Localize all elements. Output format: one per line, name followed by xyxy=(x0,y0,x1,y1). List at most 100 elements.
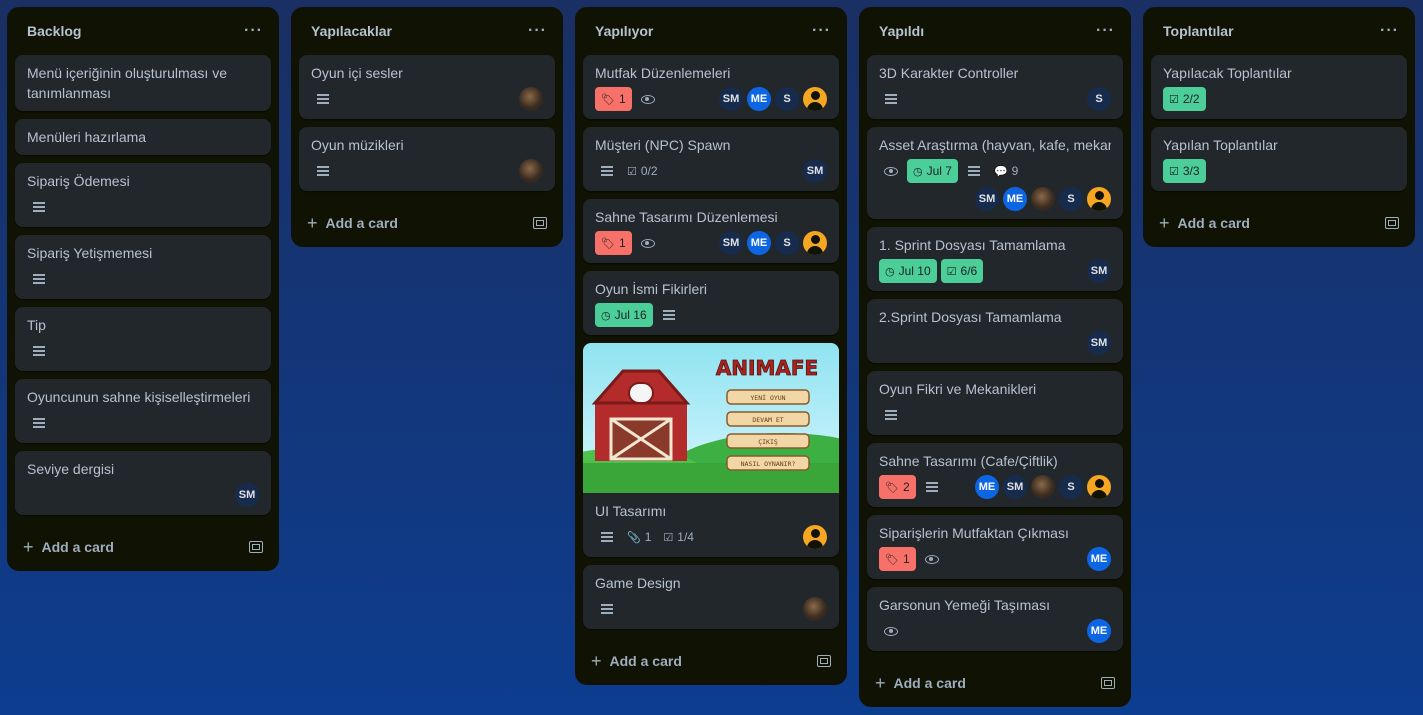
card[interactable]: Asset Araştırma (hayvan, kafe, mekan ◷ Ju… xyxy=(867,127,1123,219)
description-icon xyxy=(27,195,51,219)
list-menu-icon[interactable]: ··· xyxy=(812,23,831,39)
checkbox-icon: ☑ xyxy=(663,531,674,544)
list-menu-icon[interactable]: ··· xyxy=(244,23,263,39)
due-date-badge[interactable]: ◷ Jul 10 xyxy=(879,259,937,283)
label-count: 2 xyxy=(902,480,910,494)
card[interactable]: Sipariş Ödemesi xyxy=(15,163,271,227)
member-avatar-default[interactable] xyxy=(803,87,827,111)
card[interactable]: Oyun İsmi Fikirleri ◷ Jul 16 xyxy=(583,271,839,335)
member-avatar[interactable]: ME xyxy=(1087,619,1111,643)
member-avatar-photo[interactable] xyxy=(803,597,827,621)
description-icon xyxy=(595,525,619,549)
card-template-icon[interactable] xyxy=(249,541,263,553)
card[interactable]: Oyun Fikri ve Mekanikleri xyxy=(867,371,1123,435)
card[interactable]: Oyun içi sesler xyxy=(299,55,555,119)
card[interactable]: 2.Sprint Dosyası Tamamlama SM xyxy=(867,299,1123,363)
checkbox-icon: ☑ xyxy=(946,265,957,278)
member-avatar-photo[interactable] xyxy=(519,87,543,111)
card[interactable]: Menüleri hazırlama xyxy=(15,119,271,155)
add-card-button[interactable]: + Add a card xyxy=(23,537,114,558)
member-avatar[interactable]: S xyxy=(1087,87,1111,111)
card[interactable]: Garsonun Yemeği Taşıması ME xyxy=(867,587,1123,651)
card-title: Yapılan Toplantılar xyxy=(1163,137,1278,153)
member-avatar[interactable]: ME xyxy=(1087,547,1111,571)
list-menu-icon[interactable]: ··· xyxy=(1380,23,1399,39)
list-title[interactable]: Yapıldı xyxy=(879,23,924,39)
card-title: Müşteri (NPC) Spawn xyxy=(595,137,731,153)
card[interactable]: Oyun müzikleri xyxy=(299,127,555,191)
card[interactable]: Yapılan Toplantılar ☑ 3/3 xyxy=(1151,127,1407,191)
add-card-button[interactable]: + Add a card xyxy=(307,213,398,234)
card[interactable]: Sipariş Yetişmemesi xyxy=(15,235,271,299)
due-date-badge[interactable]: ◷ Jul 16 xyxy=(595,303,653,327)
checklist-badge: ☑ 1/4 xyxy=(659,525,698,549)
add-card-label: Add a card xyxy=(893,675,966,691)
add-card-label: Add a card xyxy=(609,653,682,669)
member-avatar[interactable]: ME xyxy=(747,231,771,255)
due-date-badge[interactable]: ◷ Jul 7 xyxy=(907,159,958,183)
list-menu-icon[interactable]: ··· xyxy=(1096,23,1115,39)
list-title[interactable]: Yapılacaklar xyxy=(311,23,392,39)
add-card-button[interactable]: + Add a card xyxy=(875,673,966,694)
member-avatar[interactable]: S xyxy=(1059,187,1083,211)
card[interactable]: Müşteri (NPC) Spawn ☑ 0/2 SM xyxy=(583,127,839,191)
add-card-button[interactable]: + Add a card xyxy=(591,651,682,672)
card[interactable]: Mutfak Düzenlemeleri 🏷 1 SM ME S xyxy=(583,55,839,119)
list-yapildi: Yapıldı ··· 3D Karakter Controller S Ass… xyxy=(859,7,1131,707)
card-template-icon[interactable] xyxy=(1101,677,1115,689)
description-icon xyxy=(27,411,51,435)
card[interactable]: Sahne Tasarımı Düzenlemesi 🏷 1 SM ME S xyxy=(583,199,839,263)
member-avatar-photo[interactable] xyxy=(1031,475,1055,499)
card-template-icon[interactable] xyxy=(1385,217,1399,229)
member-avatar-default[interactable] xyxy=(1087,187,1111,211)
card-template-icon[interactable] xyxy=(533,217,547,229)
card[interactable]: Menü içeriğinin oluşturulması ve tanımla… xyxy=(15,55,271,111)
card[interactable]: Game Design xyxy=(583,565,839,629)
card[interactable]: Siparişlerin Mutfaktan Çıkması 🏷 1 ME xyxy=(867,515,1123,579)
member-avatar-default[interactable] xyxy=(1087,475,1111,499)
clock-icon: ◷ xyxy=(913,165,923,178)
member-avatar-photo[interactable] xyxy=(1031,187,1055,211)
add-card-button[interactable]: + Add a card xyxy=(1159,213,1250,234)
member-avatar[interactable]: SM xyxy=(803,159,827,183)
card[interactable]: Tip xyxy=(15,307,271,371)
comment-count: 9 xyxy=(1011,164,1019,178)
card-title: Menüleri hazırlama xyxy=(27,129,147,145)
member-avatar[interactable]: SM xyxy=(1003,475,1027,499)
list-title[interactable]: Yapılıyor xyxy=(595,23,653,39)
card[interactable]: ANIMAFE YENİ OYUN DEVAM ET ÇIKIŞ NASIL O… xyxy=(583,343,839,557)
card[interactable]: 1. Sprint Dosyası Tamamlama ◷ Jul 10 ☑ 6/6… xyxy=(867,227,1123,291)
list-header: Backlog ··· xyxy=(15,7,271,55)
card[interactable]: Oyuncunun sahne kişiselleştirmeleri xyxy=(15,379,271,443)
member-avatar[interactable]: ME xyxy=(747,87,771,111)
member-avatar[interactable]: SM xyxy=(1087,259,1111,283)
label-badge: 🏷 2 xyxy=(879,475,916,499)
member-avatar[interactable]: S xyxy=(1059,475,1083,499)
member-avatar-default[interactable] xyxy=(803,525,827,549)
card[interactable]: 3D Karakter Controller S xyxy=(867,55,1123,119)
list-title[interactable]: Backlog xyxy=(27,23,81,39)
card[interactable]: Yapılacak Toplantılar ☑ 2/2 xyxy=(1151,55,1407,119)
member-avatar[interactable]: SM xyxy=(235,483,259,507)
member-avatar[interactable]: SM xyxy=(1087,331,1111,355)
list-toplantilar: Toplantılar ··· Yapılacak Toplantılar ☑ 2… xyxy=(1143,7,1415,247)
member-avatar-default[interactable] xyxy=(803,231,827,255)
cover-menu-item: YENİ OYUN xyxy=(750,393,785,402)
card[interactable]: Seviye dergisi SM xyxy=(15,451,271,515)
card-title: Tip xyxy=(27,317,46,333)
member-avatar[interactable]: SM xyxy=(719,231,743,255)
description-icon xyxy=(595,159,619,183)
member-avatar[interactable]: SM xyxy=(975,187,999,211)
member-avatar-photo[interactable] xyxy=(519,159,543,183)
member-avatar[interactable]: ME xyxy=(975,475,999,499)
list-title[interactable]: Toplantılar xyxy=(1163,23,1234,39)
member-avatar[interactable]: S xyxy=(775,87,799,111)
member-avatar[interactable]: S xyxy=(775,231,799,255)
member-avatar[interactable]: ME xyxy=(1003,187,1027,211)
checkbox-icon: ☑ xyxy=(627,165,637,178)
card[interactable]: Sahne Tasarımı (Cafe/Çiftlik) 🏷 2 ME SM S xyxy=(867,443,1123,507)
member-avatar[interactable]: SM xyxy=(719,87,743,111)
list-menu-icon[interactable]: ··· xyxy=(528,23,547,39)
card-template-icon[interactable] xyxy=(817,655,831,667)
label-count: 1 xyxy=(618,92,626,106)
